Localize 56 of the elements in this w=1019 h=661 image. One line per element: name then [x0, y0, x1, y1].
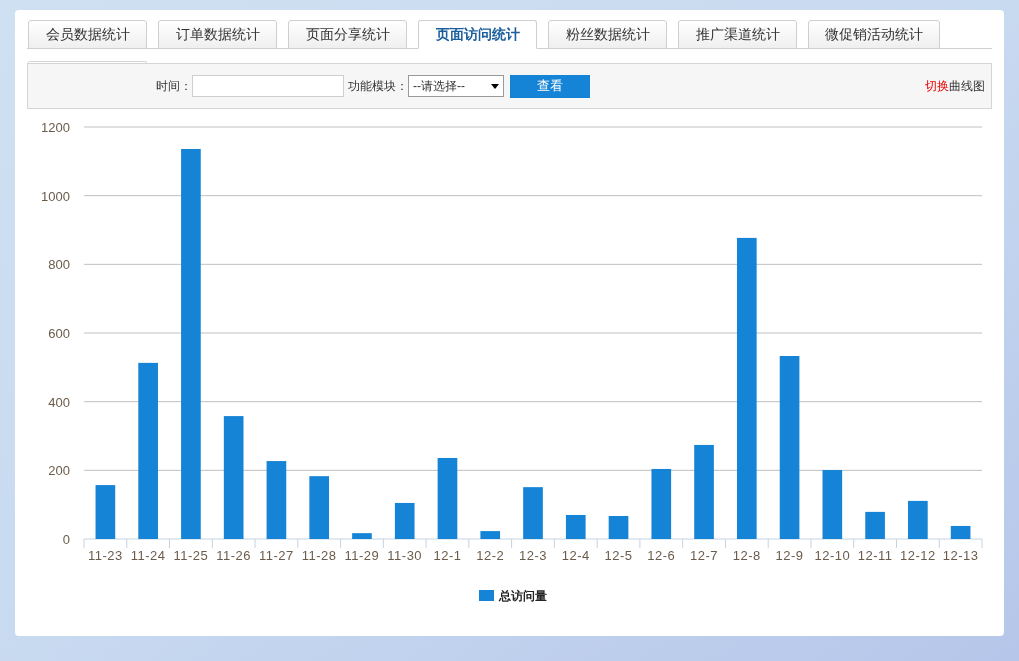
x-axis-label: 11-24	[130, 548, 166, 563]
tab[interactable]: 粉丝数据统计	[548, 20, 667, 49]
tab[interactable]: 微促销活动统计	[808, 20, 940, 49]
x-axis-label: 12-12	[900, 548, 936, 563]
toggle-chart-link[interactable]: 切换曲线图	[925, 77, 985, 95]
x-axis-label: 11-29	[344, 548, 380, 563]
tab[interactable]: 会员数据统计	[28, 20, 147, 49]
module-label: 功能模块：	[348, 78, 408, 95]
x-axis-label: 11-25	[173, 548, 209, 563]
y-axis-label: 1000	[41, 188, 70, 204]
bar	[651, 468, 672, 539]
bar	[608, 516, 629, 539]
legend-label: 总访问量	[499, 589, 547, 603]
bar	[523, 487, 543, 539]
tab[interactable]: 推广渠道统计	[678, 20, 797, 49]
x-axis-label: 11-27	[259, 548, 294, 563]
x-axis-label: 12-6	[647, 548, 676, 563]
y-axis-label: 600	[48, 326, 70, 341]
x-axis-label: 11-28	[301, 548, 337, 563]
time-input[interactable]	[192, 75, 344, 97]
y-axis-label: 0	[62, 532, 70, 547]
bar	[480, 531, 501, 539]
module-select[interactable]: --请选择--	[408, 75, 504, 97]
x-axis-label: 12-9	[775, 548, 804, 563]
x-axis-label: 12-3	[519, 548, 547, 563]
x-axis-label: 11-26	[216, 548, 252, 563]
caret-icon	[491, 83, 499, 89]
bar	[950, 525, 971, 539]
y-axis-label: 200	[48, 463, 70, 479]
bar	[394, 502, 415, 539]
time-label: 时间：	[156, 78, 192, 95]
bar	[352, 533, 372, 539]
x-axis-label: 12-11	[857, 548, 893, 563]
bar	[822, 470, 843, 539]
view-button[interactable]: 查看	[510, 74, 590, 98]
bar	[565, 514, 586, 539]
x-axis-label: 12-10	[814, 548, 851, 563]
x-axis-label: 12-13	[942, 548, 979, 563]
y-axis-label: 1200	[41, 120, 70, 135]
bar	[865, 511, 885, 539]
y-axis-label: 800	[48, 257, 70, 273]
x-axis-label: 11-30	[387, 548, 423, 563]
x-axis-label: 12-2	[476, 548, 505, 563]
x-axis-label: 12-7	[690, 548, 719, 563]
x-axis-label: 12-1	[433, 548, 462, 563]
tab[interactable]: 订单数据统计	[158, 20, 277, 49]
x-axis-label: 12-4	[561, 548, 590, 563]
y-axis-label: 400	[48, 394, 70, 410]
bar	[95, 485, 116, 539]
bar	[309, 476, 330, 539]
tab[interactable]: 页面分享统计	[288, 20, 407, 49]
x-axis-label: 12-5	[604, 548, 633, 563]
tab[interactable]: 页面访问统计	[418, 20, 537, 49]
x-axis-label: 12-8	[732, 548, 761, 563]
x-axis-label: 11-23	[88, 548, 123, 563]
bar	[908, 500, 928, 539]
